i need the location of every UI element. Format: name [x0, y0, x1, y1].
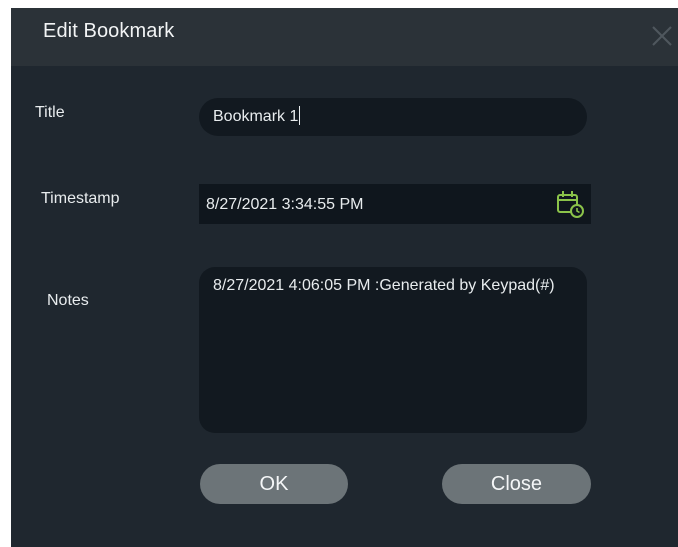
title-label: Title [35, 104, 65, 121]
title-input[interactable]: Bookmark 1 [199, 98, 587, 136]
close-button[interactable]: Close [442, 464, 591, 504]
notes-label: Notes [47, 292, 89, 309]
timestamp-input[interactable]: 8/27/2021 3:34:55 PM [199, 184, 591, 224]
text-caret [299, 106, 301, 125]
timestamp-value: 8/27/2021 3:34:55 PM [206, 196, 364, 213]
calendar-icon[interactable] [553, 187, 587, 221]
timestamp-label: Timestamp [41, 190, 120, 207]
close-icon[interactable] [650, 24, 674, 48]
edit-bookmark-dialog: Edit Bookmark Title Bookmark 1 Timestamp… [11, 8, 678, 547]
dialog-titlebar: Edit Bookmark [11, 8, 678, 66]
ok-button[interactable]: OK [200, 464, 348, 504]
title-input-value: Bookmark 1 [213, 108, 299, 125]
notes-value: 8/27/2021 4:06:05 PM :Generated by Keypa… [213, 277, 555, 294]
dialog-title: Edit Bookmark [43, 20, 175, 42]
notes-textarea[interactable]: 8/27/2021 4:06:05 PM :Generated by Keypa… [199, 267, 587, 433]
